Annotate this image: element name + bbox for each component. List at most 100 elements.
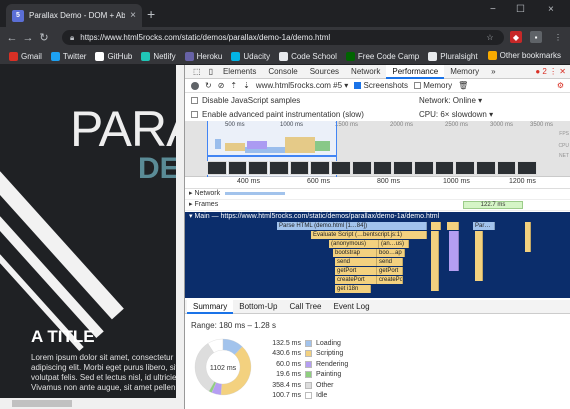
more-tabs-button[interactable]: » — [485, 65, 501, 79]
screenshot-thumb[interactable] — [248, 161, 269, 175]
other-bookmarks[interactable]: Other bookmarks — [485, 51, 564, 60]
frames-track[interactable]: ▸ Frames 122.7 ms — [185, 200, 570, 211]
screenshot-thumb[interactable] — [496, 161, 517, 175]
screenshot-thumb[interactable] — [331, 161, 351, 175]
download-icon[interactable]: ⇣ — [243, 81, 250, 90]
scrollbar-thumb[interactable] — [12, 400, 72, 407]
timeline-overview[interactable]: 500 ms 1000 ms 1500 ms 2000 ms 2500 ms 3… — [185, 121, 570, 177]
screenshots-checkbox[interactable]: Screenshots — [354, 81, 408, 90]
tab-network[interactable]: Network — [345, 65, 386, 79]
extension-icon[interactable]: ▪ — [530, 31, 542, 43]
flame-block[interactable] — [431, 222, 441, 230]
maximize-button[interactable]: ☐ — [516, 4, 525, 15]
tab-summary[interactable]: Summary — [187, 299, 234, 314]
network-request-bar[interactable] — [225, 192, 285, 195]
bookmark-heroku[interactable]: Heroku — [182, 51, 226, 61]
screenshot-thumb[interactable] — [269, 161, 289, 175]
tab-performance[interactable]: Performance — [386, 64, 445, 79]
main-thread-track[interactable]: ▾ Main — https://www.html5rocks.com/stat… — [185, 212, 570, 298]
flame-send[interactable]: send — [377, 258, 403, 266]
flame-evaluate-script[interactable]: Evaluate Script (…bentscript.js:1) — [311, 231, 427, 239]
flame-getport[interactable]: getPort — [377, 267, 403, 275]
clear-icon[interactable]: ⊘ — [218, 81, 225, 90]
bookmark-udacity[interactable]: Udacity — [228, 51, 273, 61]
main-thread-header[interactable]: ▾ Main — https://www.html5rocks.com/stat… — [185, 212, 570, 222]
screenshot-thumb[interactable] — [351, 161, 372, 175]
bookmark-gmail[interactable]: Gmail — [6, 51, 45, 61]
upload-icon[interactable]: ⇡ — [230, 81, 237, 90]
tab-bottom-up[interactable]: Bottom-Up — [233, 300, 283, 314]
flame-block[interactable] — [431, 231, 439, 291]
bookmark-github[interactable]: GitHub — [92, 51, 135, 61]
flame-block[interactable] — [475, 231, 483, 281]
forward-icon[interactable]: → — [20, 32, 36, 44]
flame-bootstrap[interactable]: boo…ap — [377, 249, 405, 257]
expand-arrow-icon[interactable]: ▸ — [189, 190, 193, 197]
tab-sources[interactable]: Sources — [304, 65, 345, 79]
screenshot-thumb[interactable] — [475, 161, 496, 175]
flame-parse-html-2[interactable]: Par… — [473, 222, 495, 230]
record-button[interactable] — [191, 81, 199, 90]
device-toolbar-icon[interactable]: ▯ — [205, 67, 217, 76]
tab-memory[interactable]: Memory — [444, 65, 485, 79]
network-track[interactable]: ▸ Network — [185, 189, 570, 200]
tab-event-log[interactable]: Event Log — [327, 300, 375, 314]
flame-get-i18n[interactable]: get i18n — [335, 285, 371, 293]
star-icon[interactable]: ☆ — [484, 31, 496, 43]
flame-block[interactable] — [449, 231, 459, 271]
inspect-icon[interactable]: ⬚ — [189, 67, 205, 76]
memory-checkbox[interactable]: Memory — [414, 81, 452, 90]
trash-icon[interactable]: 🗑︎ — [458, 81, 468, 90]
screenshot-thumb[interactable] — [227, 161, 248, 175]
screenshot-thumb[interactable] — [434, 161, 455, 175]
close-window-button[interactable]: × — [548, 4, 554, 15]
bookmark-twitter[interactable]: Twitter — [48, 51, 90, 61]
flame-send[interactable]: send — [335, 258, 377, 266]
screenshot-thumb[interactable] — [310, 161, 331, 175]
flame-getport[interactable]: getPort — [335, 267, 377, 275]
screenshot-thumb[interactable] — [413, 161, 434, 175]
disable-js-samples-checkbox[interactable] — [191, 96, 198, 104]
menu-icon[interactable]: ⋮ — [552, 31, 564, 43]
minimize-button[interactable]: − — [490, 4, 496, 15]
tab-call-tree[interactable]: Call Tree — [283, 300, 327, 314]
error-count-badge[interactable]: ● 2 ⋮ ✕ — [535, 67, 570, 76]
flame-block[interactable] — [447, 222, 459, 230]
advanced-paint-checkbox[interactable] — [191, 110, 198, 118]
screenshot-thumb[interactable] — [455, 161, 475, 175]
new-tab-button[interactable]: + — [147, 6, 155, 22]
bookmark-code-school[interactable]: Code School — [276, 51, 340, 61]
profile-select[interactable]: www.html5rocks.com #5 ▾ — [256, 81, 349, 90]
flame-anonymous[interactable]: (anonymous) — [329, 240, 379, 248]
bookmark-netlify[interactable]: Netlify — [138, 51, 178, 61]
browser-tab[interactable]: 5 Parallax Demo - DOM + Absolute × — [6, 4, 142, 27]
tab-console[interactable]: Console — [262, 65, 303, 79]
bookmark-free-code-camp[interactable]: Free Code Camp — [343, 51, 422, 61]
network-throttle[interactable]: Network: Online ▾ — [419, 96, 482, 105]
address-bar[interactable]: 🔒︎ https://www.html5rocks.com/static/dem… — [62, 30, 504, 45]
flame-anonymous[interactable]: (an…us) — [379, 240, 409, 248]
screenshot-thumb[interactable] — [393, 161, 413, 175]
extension-shield-icon[interactable]: ◆ — [510, 31, 522, 43]
tab-elements[interactable]: Elements — [217, 65, 262, 79]
horizontal-scrollbar[interactable] — [0, 398, 184, 409]
reload-record-icon[interactable]: ↻ — [205, 81, 212, 90]
flame-block[interactable] — [525, 222, 531, 252]
bookmark-pluralsight[interactable]: Pluralsight — [425, 51, 480, 61]
reload-icon[interactable]: ↻ — [36, 31, 52, 44]
screenshot-thumb[interactable] — [289, 161, 310, 175]
cpu-throttle[interactable]: CPU: 6× slowdown ▾ — [419, 110, 493, 119]
flame-createport[interactable]: createPort — [335, 276, 377, 284]
back-icon[interactable]: ← — [4, 32, 20, 44]
vertical-scrollbar[interactable] — [176, 65, 184, 398]
settings-gear-icon[interactable]: ⚙ — [557, 81, 570, 90]
flame-bootstrap[interactable]: bootstrap — [333, 249, 377, 257]
flame-parse-html[interactable]: Parse HTML (demo.html [1…84]) — [277, 222, 427, 230]
flame-createport[interactable]: createPort — [377, 276, 403, 284]
expand-arrow-icon[interactable]: ▸ — [189, 201, 193, 208]
screenshot-thumb[interactable] — [207, 161, 227, 175]
screenshot-thumb[interactable] — [372, 161, 393, 175]
frame-bar[interactable]: 122.7 ms — [463, 201, 523, 209]
tab-close-icon[interactable]: × — [130, 10, 136, 21]
screenshot-thumb[interactable] — [517, 161, 537, 175]
